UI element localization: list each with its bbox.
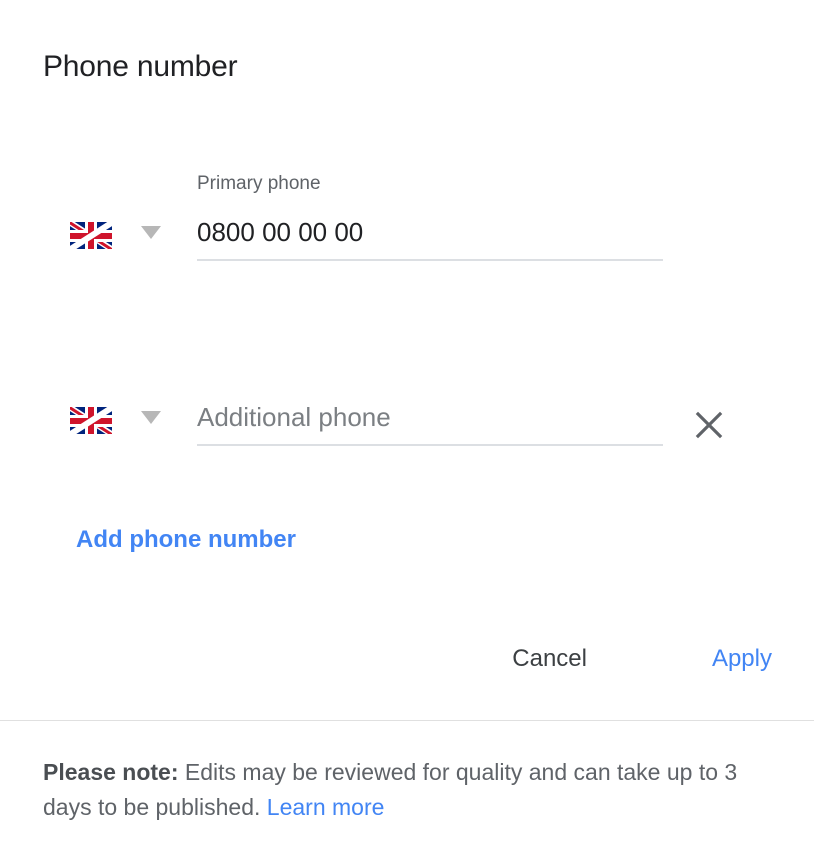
footer-note-bold: Please note: (43, 759, 179, 785)
phone-number-dialog: Phone number Primary phone 0800 00 00 00 (0, 0, 814, 848)
apply-button[interactable]: Apply (712, 640, 772, 678)
chevron-down-icon[interactable] (141, 411, 161, 424)
phone-row-primary: Primary phone 0800 00 00 00 (0, 173, 814, 270)
primary-phone-label: Primary phone (197, 173, 321, 194)
dialog-title: Phone number (43, 50, 238, 83)
input-underline (197, 444, 663, 446)
learn-more-link[interactable]: Learn more (267, 794, 385, 820)
primary-phone-value: 0800 00 00 00 (197, 217, 364, 247)
uk-flag-icon[interactable] (70, 222, 112, 249)
input-underline (197, 259, 663, 261)
cancel-button[interactable]: Cancel (512, 640, 587, 678)
chevron-down-icon[interactable] (141, 226, 161, 239)
footer-note: Please note: Edits may be reviewed for q… (43, 755, 743, 825)
footer-divider (0, 720, 814, 721)
add-phone-number-button[interactable]: Add phone number (76, 524, 296, 556)
additional-phone-placeholder: Additional phone (197, 402, 391, 432)
remove-phone-button[interactable] (690, 406, 728, 444)
primary-phone-input[interactable]: 0800 00 00 00 (197, 200, 663, 261)
additional-phone-input[interactable]: Additional phone (197, 385, 663, 446)
uk-flag-icon[interactable] (70, 407, 112, 434)
close-icon (695, 411, 723, 439)
phone-row-additional: Additional phone (0, 385, 814, 455)
